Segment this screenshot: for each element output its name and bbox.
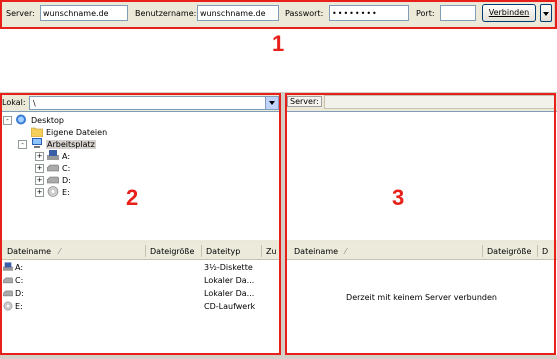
annotation-box-1 — [0, 0, 557, 29]
annotation-box-3 — [285, 93, 556, 355]
annotation-number-1: 1 — [272, 31, 285, 56]
annotation-box-2 — [0, 93, 281, 355]
annotation-number-2: 2 — [126, 185, 139, 210]
annotation-number-3: 3 — [392, 185, 405, 210]
